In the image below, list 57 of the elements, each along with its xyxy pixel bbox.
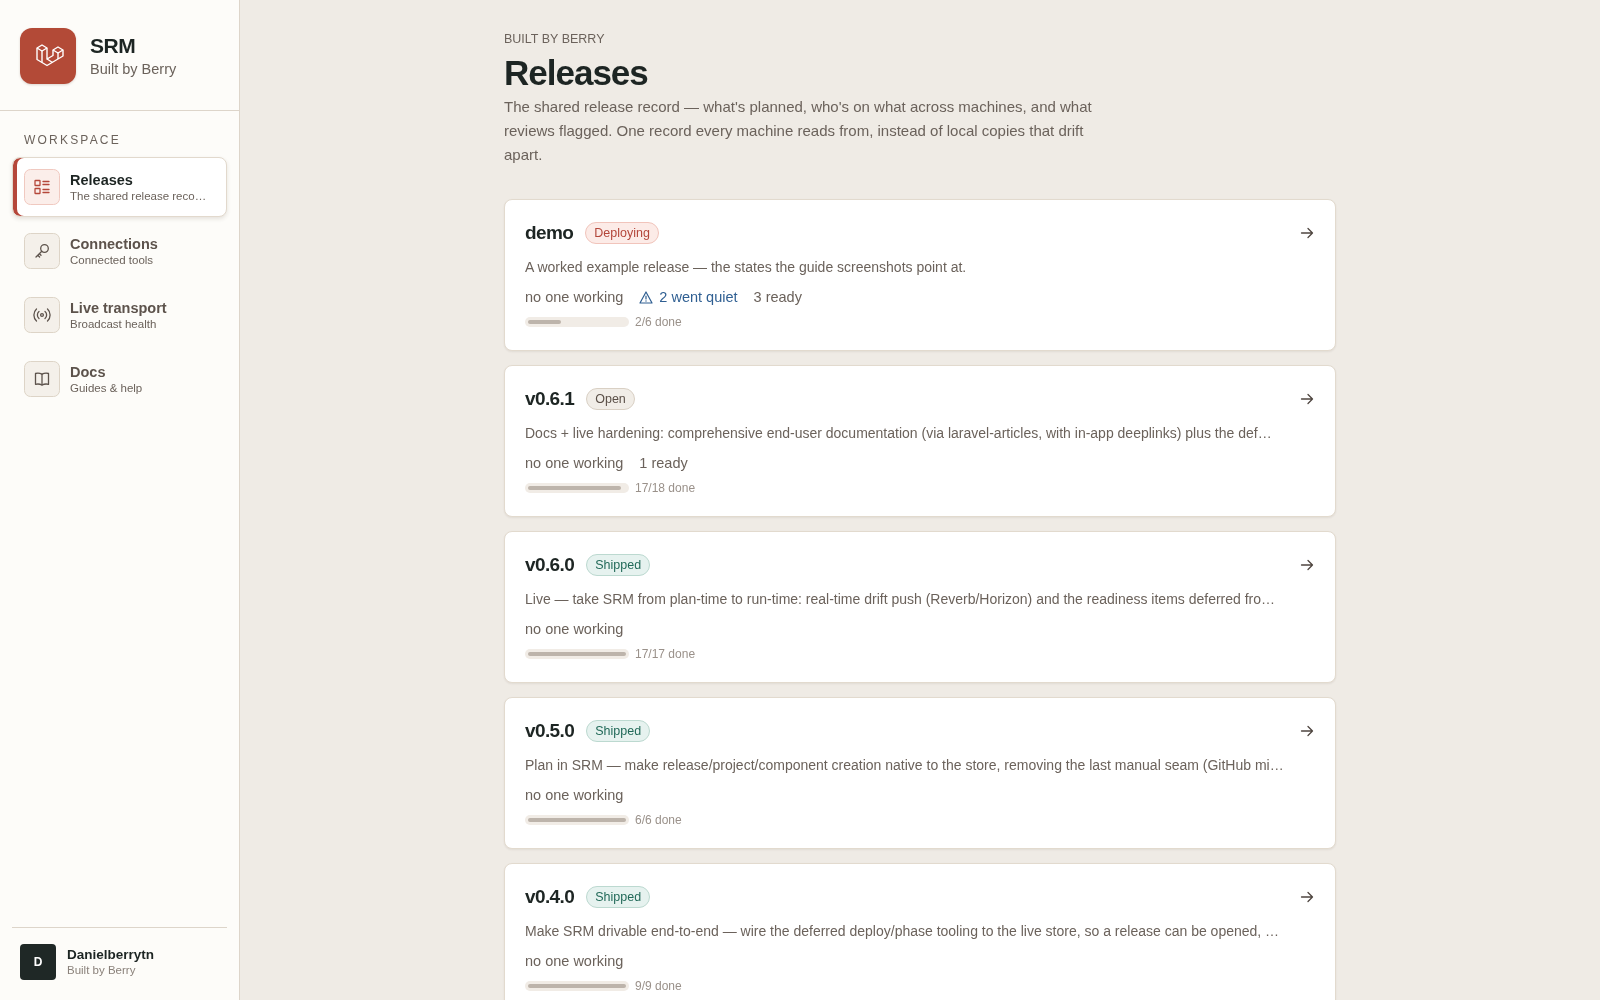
progress-label: 2/6 done (635, 314, 682, 330)
user-name: Danielberrytn (67, 946, 155, 963)
progress-label: 6/6 done (635, 812, 682, 828)
release-description: Plan in SRM — make release/project/component creation native to the store, removing the last manual seam (GitHub mi… (525, 756, 1284, 775)
meta-text: no one working (525, 454, 624, 473)
cubes-logo-icon (20, 28, 76, 84)
nav-item[interactable]: Connections Connected tools (12, 221, 227, 281)
section-label: WORKSPACE (24, 132, 121, 148)
release-description: Make SRM drivable end-to-end — wire the deferred deploy/phase tooling to the live store, so a release can be opened, … (525, 922, 1280, 941)
user-avatar: D (20, 944, 56, 980)
release-name: demo (525, 222, 574, 244)
list-icon (24, 169, 60, 205)
arrow-right-icon[interactable] (1300, 558, 1314, 572)
status-badge: Deploying (585, 222, 659, 244)
release-name: v0.4.0 (525, 886, 575, 908)
arrow-right-icon[interactable] (1300, 392, 1314, 406)
brand-name: SRM (90, 33, 136, 58)
progress-label: 9/9 done (635, 978, 682, 994)
page-description: The shared release record — what's planned, who's on what across machines, and what reviews flagged. One record every machine reads from, instead of local copies that drift apart. (504, 97, 1093, 165)
status-badge: Shipped (586, 554, 651, 576)
meta-text: no one working (525, 620, 624, 639)
arrow-right-icon[interactable] (1300, 890, 1314, 904)
nav-item[interactable]: Docs Guides & help (12, 349, 227, 409)
arrow-right-icon[interactable] (1300, 226, 1314, 240)
user-subtitle: Built by Berry (67, 963, 137, 978)
eyebrow-text: BUILT BY BERRY (504, 31, 605, 47)
meta-text: no one working (525, 952, 624, 971)
release-card[interactable]: v0.4.0 Shipped Make SRM drivable end-to-end — wire the deferred deploy/phase tooling to the live store, so a release can be opened, … no one working 9/9 done (504, 863, 1336, 1000)
arrow-right-icon[interactable] (1300, 724, 1314, 738)
broadcast-icon (24, 297, 60, 333)
release-description: Live — take SRM from plan-time to run-time: real-time drift push (Reverb/Horizon) and the readiness items deferred fro… (525, 590, 1276, 609)
release-description: Docs + live hardening: comprehensive end-user documentation (via laravel-articles, with in-app deeplinks) plus the def… (525, 424, 1272, 443)
status-badge: Shipped (586, 720, 651, 742)
release-name: v0.6.1 (525, 388, 575, 410)
release-card[interactable]: v0.6.1 Open Docs + live hardening: comprehensive end-user documentation (via laravel-articles, with in-app deeplinks) plus the def… no one working 1 ready 17/18 done (504, 365, 1336, 517)
page-title: Releases (504, 53, 648, 93)
warning-link[interactable]: 2 went quiet (639, 286, 738, 308)
release-card[interactable]: v0.6.0 Shipped Live — take SRM from plan-time to run-time: real-time drift push (Reverb/Horizon) and the readiness items deferred fro… no one working 17/17 done (504, 531, 1336, 683)
meta-text: no one working (525, 288, 624, 307)
meta-text: 3 ready (753, 288, 802, 307)
release-card[interactable]: v0.5.0 Shipped Plan in SRM — make release/project/component creation native to the store, removing the last manual seam (GitHub mi… no one working 6/6 done (504, 697, 1336, 849)
status-badge: Open (586, 388, 635, 410)
status-badge: Shipped (586, 886, 651, 908)
key-icon (24, 233, 60, 269)
warning-icon (639, 290, 654, 304)
nav-item[interactable]: Live transport Broadcast health (12, 285, 227, 345)
progress-label: 17/18 done (635, 480, 696, 496)
brand-subtitle: Built by Berry (90, 59, 177, 79)
release-name: v0.5.0 (525, 720, 575, 742)
meta-text: 1 ready (639, 454, 688, 473)
progress-label: 17/17 done (635, 646, 696, 662)
release-name: v0.6.0 (525, 554, 575, 576)
book-icon (24, 361, 60, 397)
nav-item[interactable]: Releases The shared release reco… (12, 157, 227, 217)
release-card[interactable]: demo Deploying A worked example release — the states the guide screenshots point at. no one working 2 went quiet 3 ready 2/6 done (504, 199, 1336, 351)
meta-text: no one working (525, 786, 624, 805)
release-description: A worked example release — the states the guide screenshots point at. (525, 258, 967, 277)
